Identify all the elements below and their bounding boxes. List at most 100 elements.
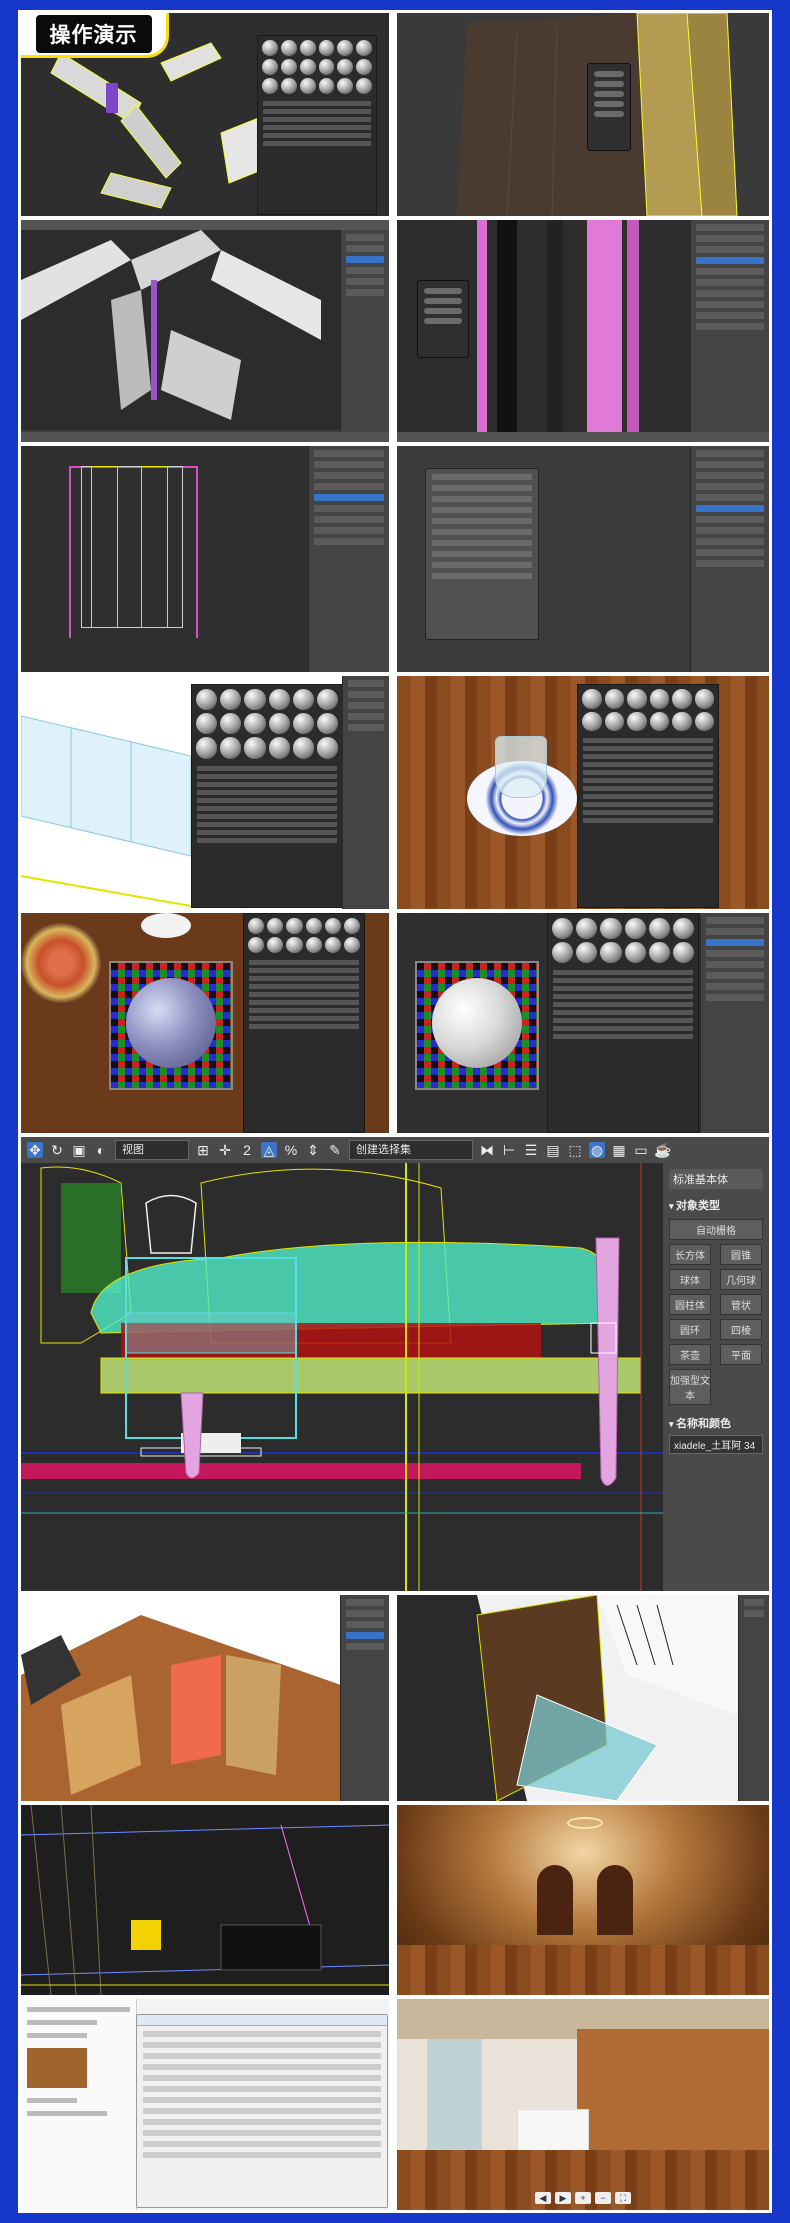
arched-door xyxy=(597,1865,633,1935)
zoom-out-icon[interactable]: − xyxy=(595,2192,611,2204)
cone-button[interactable]: 圆锥 xyxy=(720,1244,762,1265)
material-editor xyxy=(547,913,699,1133)
command-panel xyxy=(700,913,769,1133)
textplus-button[interactable]: 加强型文本 xyxy=(669,1369,711,1405)
pyramid-button[interactable]: 四棱 xyxy=(720,1319,762,1340)
render-icon[interactable]: ☕ xyxy=(654,1142,671,1158)
render-bedroom: ◀ ▶ + − ⛶ xyxy=(397,1999,769,2210)
wireframe-viewport xyxy=(21,1805,389,1995)
render-setup-dialog xyxy=(136,2014,388,2208)
object-name-field[interactable]: xiadele_土耳阿 34 xyxy=(669,1435,763,1454)
command-panel xyxy=(690,220,769,432)
create-command-panel: 标准基本体 对象类型 自动栅格 长方体圆锥 球体几何球 圆柱体管状 圆环四棱 茶… xyxy=(663,1163,769,1591)
tube-button[interactable]: 管状 xyxy=(720,1294,762,1315)
file-info-panel xyxy=(21,1999,137,2210)
screenshot-profile-edit xyxy=(397,220,769,442)
command-panel xyxy=(308,446,389,672)
align-icon[interactable]: ⊢ xyxy=(501,1142,517,1158)
mirror-icon[interactable]: ⧓ xyxy=(479,1142,495,1158)
pivot-icon[interactable]: ⊞ xyxy=(195,1142,211,1158)
screenshot-wall-model: 操作演示 xyxy=(21,13,389,216)
link-icon[interactable]: ◐ xyxy=(93,1142,109,1158)
fullscreen-icon[interactable]: ⛶ xyxy=(615,2192,631,2204)
render-panorama xyxy=(397,1805,769,1995)
graph-icon[interactable]: ▤ xyxy=(545,1142,561,1158)
main-toolbar: ✥ ↻ ▣ ◐ 视图 ⊞ ✛ 2 ◬ % ⇕ ✎ 创建选择集 ⧓ ⊢ ☰ ▤ ⬚… xyxy=(21,1137,769,1163)
render-frame-icon[interactable]: ▭ xyxy=(633,1142,649,1158)
screenshot-front-view xyxy=(21,446,389,672)
material-editor xyxy=(257,35,377,215)
material-editor xyxy=(243,913,365,1133)
selection-set-dropdown[interactable]: 创建选择集 xyxy=(349,1140,473,1160)
bed xyxy=(517,2109,589,2151)
banner-title: 操作演示 xyxy=(35,15,152,53)
screenshot-pillow-material xyxy=(21,913,389,1133)
screenshot-sphere-material xyxy=(397,913,769,1133)
name-color-section[interactable]: 名称和颜色 xyxy=(669,1415,763,1431)
material-editor xyxy=(577,684,719,908)
screenshot-room-perspective xyxy=(397,1595,769,1801)
screenshot-room-top-view xyxy=(21,1595,389,1801)
fruit-basket xyxy=(21,923,101,1003)
wall-extrude-viewport xyxy=(21,230,341,430)
primitive-type-dropdown[interactable]: 标准基本体 xyxy=(669,1169,763,1189)
snap-icon[interactable]: ✛ xyxy=(217,1142,233,1158)
scale-icon[interactable]: ▣ xyxy=(71,1142,87,1158)
angle-snap-icon[interactable]: ◬ xyxy=(261,1142,277,1158)
command-panel xyxy=(342,676,389,909)
command-panel xyxy=(690,446,769,672)
view-dropdown[interactable]: 视图 xyxy=(115,1140,189,1160)
quad-menu xyxy=(587,63,631,151)
object-type-section[interactable]: 对象类型 xyxy=(669,1197,763,1213)
schematic-icon[interactable]: ⬚ xyxy=(567,1142,583,1158)
screenshot-render-settings xyxy=(21,1999,389,2210)
zoom-in-icon[interactable]: + xyxy=(575,2192,591,2204)
material-preview xyxy=(415,961,539,1090)
select-move-icon[interactable]: ✥ xyxy=(27,1142,43,1158)
autogrid-checkbox[interactable]: 自动栅格 xyxy=(669,1219,763,1240)
layer-icon[interactable]: ☰ xyxy=(523,1142,539,1158)
command-panel xyxy=(340,1595,389,1801)
rotate-icon[interactable]: ↻ xyxy=(49,1142,65,1158)
screenshot-wall-extrude xyxy=(21,220,389,442)
ceiling-light xyxy=(567,1817,603,1829)
pano-controls: ◀ ▶ + − ⛶ xyxy=(535,2192,631,2204)
percent-snap-icon[interactable]: % xyxy=(283,1142,299,1158)
snap-toggle-icon[interactable]: 2 xyxy=(239,1142,255,1158)
room-top-viewport xyxy=(21,1595,341,1801)
screenshot-align-dialog xyxy=(397,446,769,672)
material-editor-icon[interactable]: ◍ xyxy=(589,1142,605,1158)
collage-frame: 操作演示 ✥ ↻ ▣ ◐ 视图 ⊞ ✛ 2 ◬ % ⇕ ✎ 创建选择集 ⧓ ⊢ … xyxy=(18,10,772,2213)
screenshot-door-frame xyxy=(397,13,769,216)
spinner-snap-icon[interactable]: ⇕ xyxy=(305,1142,321,1158)
screenshot-sofa-modeling: ✥ ↻ ▣ ◐ 视图 ⊞ ✛ 2 ◬ % ⇕ ✎ 创建选择集 ⧓ ⊢ ☰ ▤ ⬚… xyxy=(21,1137,769,1591)
door-frame-viewport xyxy=(457,13,738,216)
screenshot-cabinet-material xyxy=(21,676,389,909)
prev-icon[interactable]: ◀ xyxy=(535,2192,551,2204)
command-panel xyxy=(738,1595,769,1801)
cylinder-button[interactable]: 圆柱体 xyxy=(669,1294,711,1315)
room-perspective-viewport xyxy=(397,1595,737,1801)
wood-wall xyxy=(577,2029,769,2159)
curtain xyxy=(427,2039,482,2154)
play-icon[interactable]: ▶ xyxy=(555,2192,571,2204)
plane-button[interactable]: 平面 xyxy=(720,1344,762,1365)
screenshot-wireframe-room xyxy=(21,1805,389,1995)
align-dialog xyxy=(425,468,539,640)
teapot-button[interactable]: 茶壶 xyxy=(669,1344,711,1365)
screenshot-cup-material xyxy=(397,676,769,909)
sphere-button[interactable]: 球体 xyxy=(669,1269,711,1290)
wood-floor xyxy=(397,1945,769,1995)
torus-button[interactable]: 圆环 xyxy=(669,1319,711,1340)
sofa-viewport xyxy=(21,1163,663,1591)
glass-cup xyxy=(495,736,547,798)
geosphere-button[interactable]: 几何球 xyxy=(720,1269,762,1290)
material-preview xyxy=(109,961,233,1090)
render-setup-icon[interactable]: ▦ xyxy=(611,1142,627,1158)
demo-banner: 操作演示 xyxy=(21,13,169,58)
edit-selection-icon[interactable]: ✎ xyxy=(327,1142,343,1158)
plate xyxy=(141,913,191,938)
command-panel xyxy=(340,230,389,432)
box-button[interactable]: 长方体 xyxy=(669,1244,711,1265)
material-editor xyxy=(191,684,343,908)
